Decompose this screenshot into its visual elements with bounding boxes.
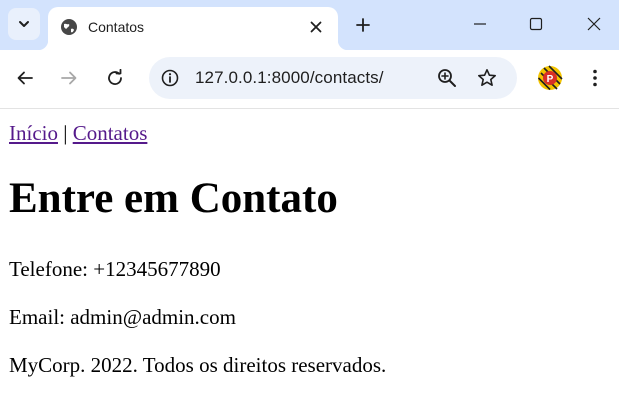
site-nav: Início | Contatos bbox=[9, 121, 610, 145]
close-icon bbox=[310, 21, 322, 33]
svg-text:P: P bbox=[547, 74, 554, 85]
page-title: Entre em Contato bbox=[9, 175, 338, 222]
browser-toolbar: 127.0.0.1:8000/contacts/ P bbox=[0, 50, 619, 109]
nav-link-contacts[interactable]: Contatos bbox=[73, 121, 148, 145]
minimize-button[interactable] bbox=[466, 10, 494, 38]
footer-copyright: MyCorp. 2022. Todos os direitos reservad… bbox=[9, 353, 387, 377]
maximize-icon bbox=[529, 17, 543, 31]
bookmark-button[interactable] bbox=[476, 67, 498, 89]
tab-strip: Contatos bbox=[0, 0, 619, 50]
maximize-button[interactable] bbox=[522, 10, 550, 38]
arrow-right-icon bbox=[61, 71, 77, 85]
star-icon bbox=[478, 69, 496, 86]
reload-icon bbox=[108, 69, 122, 85]
site-info-button[interactable] bbox=[159, 67, 181, 89]
new-tab-button[interactable] bbox=[351, 13, 375, 37]
info-icon bbox=[161, 69, 179, 87]
reload-button[interactable] bbox=[100, 63, 130, 93]
forward-button[interactable] bbox=[54, 63, 84, 93]
plus-icon bbox=[356, 18, 370, 32]
page-content: Início | Contatos Entre em Contato Telef… bbox=[0, 121, 619, 377]
kebab-menu-icon bbox=[593, 69, 597, 87]
minimize-icon bbox=[474, 23, 486, 25]
nav-link-home[interactable]: Início bbox=[9, 121, 58, 145]
profile-avatar-icon: P bbox=[537, 65, 563, 91]
tab-close-button[interactable] bbox=[304, 15, 328, 39]
nav-separator: | bbox=[63, 121, 68, 145]
window-close-button[interactable] bbox=[580, 10, 608, 38]
url-text[interactable]: 127.0.0.1:8000/contacts/ bbox=[195, 68, 384, 88]
active-tab[interactable]: Contatos bbox=[38, 7, 348, 50]
tab-search-button[interactable] bbox=[8, 8, 40, 40]
contact-email: Email: admin@admin.com bbox=[9, 305, 236, 329]
profile-button[interactable]: P bbox=[535, 63, 565, 93]
back-button[interactable] bbox=[10, 63, 40, 93]
tab-title: Contatos bbox=[88, 19, 145, 35]
zoom-in-icon bbox=[438, 69, 456, 87]
close-icon bbox=[587, 17, 601, 31]
arrow-left-icon bbox=[17, 71, 33, 85]
chevron-down-icon bbox=[19, 21, 29, 27]
address-bar[interactable]: 127.0.0.1:8000/contacts/ bbox=[149, 57, 517, 99]
browser-menu-button[interactable] bbox=[580, 63, 610, 93]
zoom-button[interactable] bbox=[436, 67, 458, 89]
globe-icon bbox=[61, 19, 77, 35]
contact-phone: Telefone: +12345677890 bbox=[9, 257, 221, 281]
